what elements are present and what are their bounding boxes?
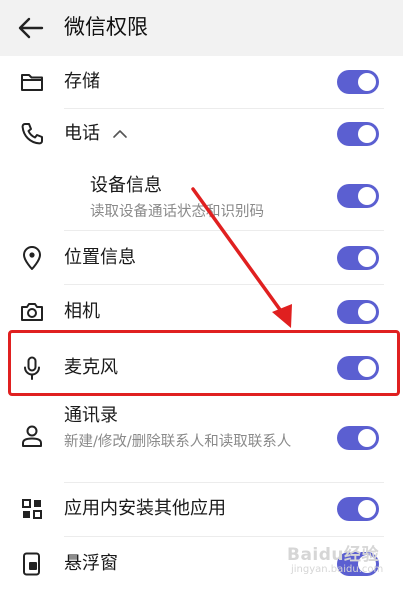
chevron-up-icon[interactable]: [112, 128, 128, 140]
permission-label: 位置信息: [64, 247, 136, 268]
permission-toggle[interactable]: [337, 497, 379, 521]
permission-label: 悬浮窗: [64, 553, 118, 574]
highlight-box: [8, 330, 400, 396]
permission-toggle[interactable]: [337, 300, 379, 324]
permission-toggle[interactable]: [337, 426, 379, 450]
permission-row-storage[interactable]: 存储: [0, 64, 403, 100]
divider: [64, 536, 384, 537]
back-arrow-icon[interactable]: [16, 14, 46, 42]
permission-label: 设备信息: [90, 175, 162, 196]
permission-row-device-info[interactable]: 设备信息 读取设备通话状态和识别码: [0, 170, 403, 226]
floating-window-icon: [23, 552, 40, 576]
divider: [64, 482, 384, 483]
permission-toggle[interactable]: [337, 70, 379, 94]
header-bar: 微信权限: [0, 0, 403, 56]
permission-label: 通讯录: [64, 405, 118, 426]
person-icon: [22, 425, 42, 447]
permission-toggle[interactable]: [337, 246, 379, 270]
phone-icon: [21, 123, 43, 145]
page-title: 微信权限: [64, 15, 148, 39]
watermark-brand: Baidu经验: [287, 545, 380, 565]
permission-label: 存储: [64, 71, 100, 92]
permission-toggle[interactable]: [337, 184, 379, 208]
permission-description: 读取设备通话状态和识别码: [90, 204, 264, 220]
watermark-url: jingyan.baidu.com: [291, 564, 384, 575]
permission-row-camera[interactable]: 相机: [0, 294, 403, 330]
permission-row-contacts[interactable]: 通讯录 新建/修改/删除联系人和读取联系人: [0, 402, 403, 474]
permission-description: 新建/修改/删除联系人和读取联系人: [64, 434, 292, 450]
divider: [64, 108, 384, 109]
camera-icon: [21, 303, 43, 321]
apps-grid-icon: [22, 499, 42, 519]
permission-label: 相机: [64, 301, 100, 322]
watermark: Baidu经验 jingyan.baidu.com: [287, 540, 399, 590]
permission-row-install-apps[interactable]: 应用内安装其他应用: [0, 491, 403, 527]
divider: [64, 230, 384, 231]
permission-label: 应用内安装其他应用: [64, 498, 226, 519]
divider: [64, 284, 384, 285]
folder-icon: [21, 74, 43, 91]
location-pin-icon: [23, 246, 41, 270]
permission-label: 电话: [64, 123, 100, 144]
permission-row-location[interactable]: 位置信息: [0, 240, 403, 276]
permission-toggle[interactable]: [337, 122, 379, 146]
permission-row-phone[interactable]: 电话: [0, 116, 403, 152]
